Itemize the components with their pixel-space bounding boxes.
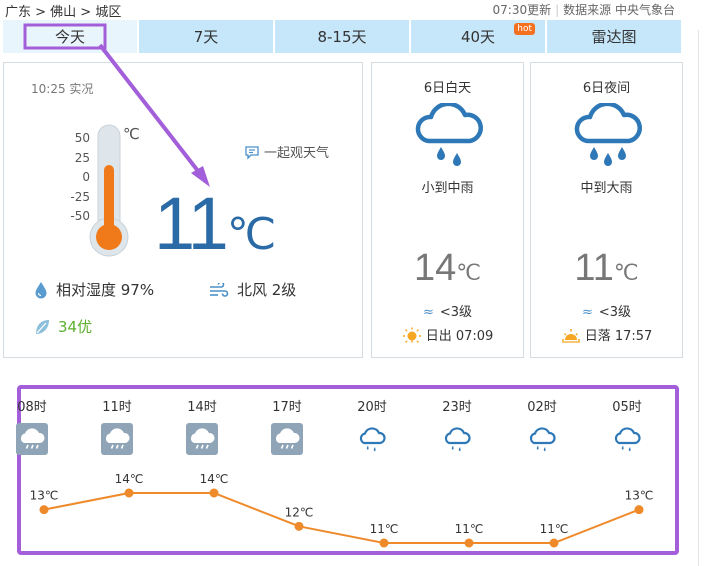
wind-level: <3级 — [439, 305, 473, 320]
temperature-point — [39, 505, 49, 515]
heavy-rain-cloud-icon — [574, 103, 642, 166]
nighttime-panel: 6日夜间 中到大雨 11℃ ≈ <3级 日落 17:57 — [530, 62, 683, 358]
forecast-tabs: 今天 7天 8-15天 40天 hot 雷达图 — [3, 20, 683, 53]
temperature-point — [124, 488, 134, 498]
temperature-value: 14 — [414, 247, 457, 289]
wind-icon: ≈ — [581, 305, 593, 320]
tab-label: 雷达图 — [591, 28, 637, 46]
rain-cloud-icon — [415, 103, 483, 166]
temperature-unit: ℃ — [613, 260, 639, 285]
sunrise-text: 日出 07:09 — [425, 329, 494, 344]
tab-label: 40天 — [460, 28, 496, 46]
watch-weather-link[interactable]: 一起观天气 — [244, 142, 329, 161]
temperature-trend-chart: 13℃ 14℃ 14℃ 12℃ 11℃ 11℃ 11℃ 13℃ — [30, 472, 654, 548]
scale-unit: ℃ — [123, 125, 140, 143]
temperature-label: 13℃ — [30, 489, 59, 503]
temperature-label: 12℃ — [285, 505, 314, 519]
temperature-unit: ℃ — [456, 260, 481, 285]
aqi-text: 34优 — [58, 318, 93, 336]
scrollbar-edge[interactable] — [698, 30, 705, 566]
watch-weather-label: 一起观天气 — [264, 146, 330, 161]
temperature-label: 14℃ — [200, 472, 229, 486]
wind-text: 北风 2级 — [237, 281, 297, 299]
daytime-description: 小到中雨 — [421, 181, 474, 196]
update-time: 07:30更新 — [492, 3, 552, 17]
update-meta: 07:30更新 | 数据来源 中央气象台 — [493, 1, 675, 18]
temperature-label: 11℃ — [370, 522, 399, 536]
chat-bubble-icon — [245, 145, 259, 160]
sunset-icon — [561, 328, 580, 343]
scale-tick: -25 — [70, 189, 90, 204]
hourly-forecast: 08时 11时 14时 17时 20时 23时 02时 05时 13℃ 14℃ 14℃ 12℃ 11℃… — [16, 385, 679, 555]
wind-icon: ≈ — [422, 305, 434, 320]
tab-label: 7天 — [193, 28, 219, 46]
wind-icon — [210, 282, 229, 297]
current-temperature: 11℃ — [154, 181, 276, 266]
sun-icon — [402, 327, 421, 343]
wind: 北风 2级 — [209, 279, 296, 300]
sunrise: 日出 07:09 — [372, 325, 523, 344]
nighttime-description: 中到大雨 — [580, 181, 633, 196]
temperature-point — [464, 538, 474, 548]
tab-40-days[interactable]: 40天 hot — [411, 20, 547, 53]
leaf-icon — [36, 319, 49, 334]
tab-label: 8-15天 — [317, 28, 367, 46]
daytime-temperature: 14℃ — [372, 247, 523, 290]
nighttime-temperature: 11℃ — [531, 247, 682, 290]
daytime-panel: 6日白天 小到中雨 14℃ ≈ <3级 日出 07:09 — [371, 62, 524, 358]
tab-8-15-days[interactable]: 8-15天 — [275, 20, 411, 53]
tab-label: 今天 — [54, 28, 85, 46]
scale-tick: -50 — [70, 209, 90, 223]
tab-7-days[interactable]: 7天 — [139, 20, 275, 53]
nighttime-wind: ≈ <3级 — [531, 301, 682, 320]
daytime-wind: ≈ <3级 — [372, 301, 523, 320]
temperature-point — [634, 505, 644, 515]
sunset: 日落 17:57 — [531, 325, 682, 344]
temperature-value: 11 — [574, 247, 614, 289]
tab-today[interactable]: 今天 — [3, 20, 139, 53]
temperature-value: 11 — [154, 182, 229, 265]
water-drop-icon — [35, 281, 47, 298]
temperature-point — [294, 521, 304, 531]
nighttime-title: 6日夜间 — [582, 81, 631, 96]
breadcrumb[interactable]: 广东 > 佛山 > 城区 — [5, 1, 121, 20]
temperature-label: 11℃ — [540, 522, 569, 536]
scale-tick: 0 — [82, 170, 90, 184]
current-weather-panel: 10:25 实况 50 25 0 -25 -50 ℃ 11℃ 一起观天气 相对湿… — [3, 62, 363, 358]
humidity: 相对湿度 97% — [34, 279, 154, 300]
temperature-unit: ℃ — [226, 210, 277, 259]
data-source: 数据来源 中央气象台 — [563, 3, 675, 17]
sunset-text: 日落 17:57 — [584, 329, 653, 344]
scale-tick: 25 — [74, 150, 90, 165]
air-quality[interactable]: 34优 — [34, 316, 92, 337]
temperature-label: 14℃ — [115, 472, 144, 486]
wind-level: <3级 — [598, 305, 632, 320]
temperature-point — [209, 488, 219, 498]
temperature-label: 11℃ — [455, 522, 484, 536]
humidity-text: 相对湿度 97% — [56, 281, 155, 299]
daytime-title: 6日白天 — [423, 81, 472, 96]
temperature-point — [549, 538, 559, 548]
temperature-label: 13℃ — [625, 489, 654, 503]
thermometer-scale: 50 25 0 -25 -50 — [64, 129, 90, 227]
hot-badge: hot — [514, 23, 535, 35]
observation-time: 10:25 实况 — [31, 82, 94, 96]
temperature-point — [379, 538, 389, 548]
meta-divider: | — [555, 3, 560, 17]
tab-radar[interactable]: 雷达图 — [547, 20, 683, 53]
top-bar: 广东 > 佛山 > 城区 07:30更新 | 数据来源 中央气象台 — [0, 0, 705, 20]
scale-tick: 50 — [74, 131, 90, 145]
